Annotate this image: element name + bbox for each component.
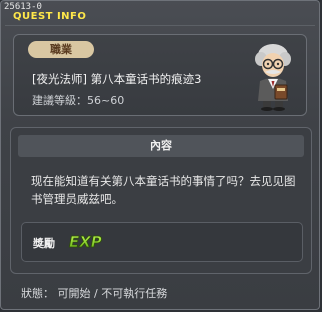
job-badge: 職業 [28,41,94,58]
exp-text: EXP [69,233,102,251]
quest-summary-panel: 職業 [夜光法师] 第八本童话书的痕迹3 建議等級：56~60 [13,34,307,116]
content-header: 內容 [18,135,304,157]
quest-info-window: 25613-0 QUEST INFO 職業 [夜光法师] 第八本童话书的痕迹3 … [0,0,320,310]
recommended-level: 建議等級：56~60 [32,94,125,107]
quest-name: [夜光法师] 第八本童话书的痕迹3 [32,72,202,86]
quest-content-panel: 內容 现在能知道有关第八本童话书的事情了吗？去见见图书管理员威兹吧。 獎勵 EX… [10,127,312,274]
reward-label: 獎勵 [33,237,55,250]
quest-description: 现在能知道有关第八本童话书的事情了吗？去见见图书管理员威兹吧。 [31,174,296,206]
title-divider [5,25,315,26]
window-title: QUEST INFO [13,11,87,22]
librarian-npc-icon [255,44,291,111]
exp-icon: EXP [69,233,103,252]
quest-status: 狀態： 可開始 / 不可執行任務 [21,287,168,300]
reward-box: 獎勵 EXP [21,222,303,262]
